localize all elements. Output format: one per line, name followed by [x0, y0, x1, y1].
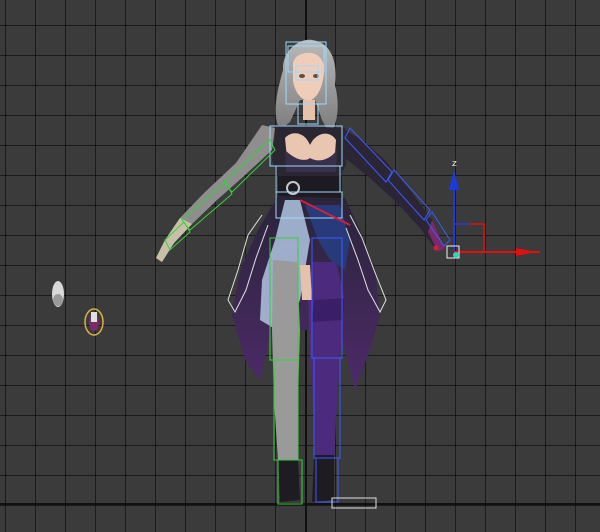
- perspective-viewport[interactable]: z: [0, 0, 600, 532]
- character-model[interactable]: [156, 39, 445, 502]
- transform-gizmo[interactable]: z: [433, 159, 541, 259]
- gizmo-z-arrow[interactable]: [449, 170, 459, 190]
- helper-object-1[interactable]: [52, 281, 64, 307]
- gizmo-x-arrow[interactable]: [516, 248, 536, 256]
- right-toe-bone[interactable]: [331, 497, 377, 509]
- helper-object-2[interactable]: [84, 308, 104, 336]
- scene-canvas[interactable]: z: [0, 0, 600, 532]
- gizmo-z-label: z: [452, 159, 457, 169]
